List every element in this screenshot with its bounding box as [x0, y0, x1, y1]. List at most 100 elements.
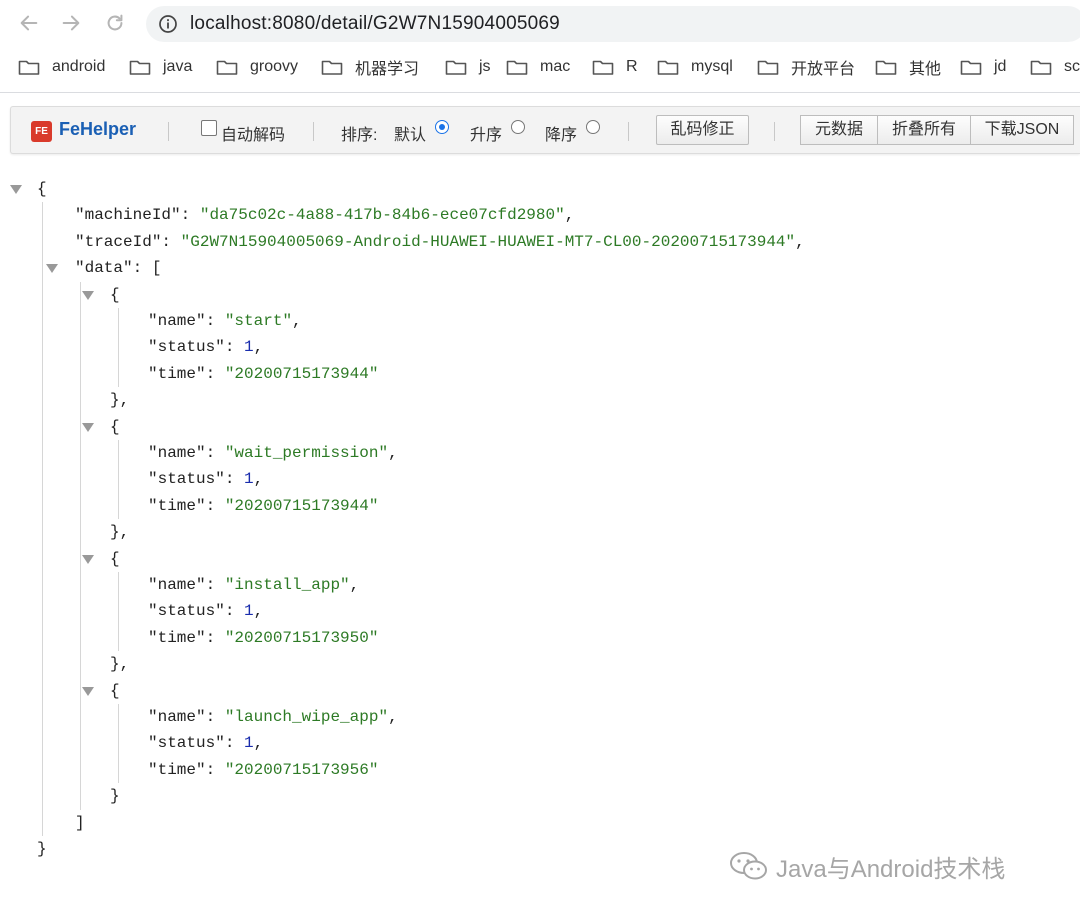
- wechat-icon: [730, 852, 767, 880]
- sort-desc-radio[interactable]: [586, 120, 600, 134]
- bookmark-label: 机器学习: [355, 61, 420, 78]
- sort-asc-label: 升序: [470, 127, 503, 144]
- url-text[interactable]: localhost:8080/detail/G2W7N15904005069: [190, 13, 560, 35]
- json-line-status: "status": 1,: [148, 734, 264, 753]
- bookmark-item[interactable]: 开放平台: [757, 52, 855, 82]
- info-icon[interactable]: [158, 14, 178, 34]
- json-value: "start": [224, 312, 293, 330]
- json-value: "20200715173956": [224, 760, 379, 779]
- bookmark-label: mac: [540, 58, 571, 75]
- json-root-close: }: [37, 840, 47, 858]
- collapse-toggle-icon[interactable]: [82, 686, 94, 696]
- json-object-close: },: [110, 655, 130, 674]
- sort-asc-radio[interactable]: [511, 120, 525, 134]
- auto-decode-checkbox[interactable]: [201, 120, 217, 136]
- divider: [774, 122, 775, 141]
- json-value: "20200715173944": [224, 496, 379, 515]
- watermark-text: Java与Android技术栈: [776, 855, 1006, 883]
- bookmark-item[interactable]: 其他: [875, 52, 941, 82]
- bookmark-item[interactable]: mysql: [657, 52, 733, 82]
- json-object-close: },: [110, 391, 130, 410]
- folder-icon: [592, 60, 614, 75]
- json-value: "G2W7N15904005069-Android-HUAWEI-HUAWEI-…: [180, 232, 796, 251]
- bookmarks-bar: android java groovy 机器学习 js mac Rmysql 开放平台 其他 jd…: [0, 52, 1080, 84]
- sort-default-label: 默认: [394, 127, 427, 144]
- bookmark-item[interactable]: mac: [506, 52, 570, 82]
- fehelper-title[interactable]: FeHelper: [59, 119, 136, 140]
- json-object-close: },: [110, 523, 130, 542]
- arrow-right-icon: [62, 15, 80, 31]
- bookmark-item[interactable]: 机器学习: [321, 52, 419, 82]
- browser-chrome: localhost:8080/detail/G2W7N15904005069 a…: [0, 0, 1080, 93]
- json-line-time: "time": "20200715173944": [148, 496, 379, 515]
- forward-button[interactable]: [58, 10, 84, 36]
- fix-encoding-button[interactable]: 乱码修正: [656, 115, 749, 145]
- bookmark-label: java: [163, 58, 193, 75]
- reload-icon: [107, 14, 123, 31]
- json-value: "da75c02c-4a88-417b-84b6-ece07cfd2980": [199, 206, 565, 225]
- folder-icon: [445, 60, 467, 75]
- address-bar[interactable]: localhost:8080/detail/G2W7N15904005069: [146, 6, 1080, 42]
- collapse-toggle-icon[interactable]: [82, 422, 94, 432]
- bookmark-label: android: [52, 58, 106, 75]
- folder-icon: [960, 60, 982, 75]
- json-line-name: "name": "wait_permission",: [148, 444, 398, 462]
- json-object-close: }: [110, 787, 120, 806]
- json-line-time: "time": "20200715173950": [148, 628, 379, 647]
- divider: [313, 122, 314, 141]
- download-json-button[interactable]: 下载JSON: [970, 115, 1074, 145]
- bookmark-item[interactable]: groovy: [216, 52, 298, 82]
- collapse-toggle-icon[interactable]: [82, 290, 94, 300]
- back-button[interactable]: [16, 10, 42, 36]
- collapse-toggle-icon[interactable]: [82, 554, 94, 564]
- json-line-time: "time": "20200715173956": [148, 760, 379, 779]
- bookmark-label: 开放平台: [791, 61, 856, 78]
- folder-icon: [506, 60, 528, 75]
- json-root-open: {: [37, 180, 47, 198]
- json-object-open: {: [110, 681, 120, 700]
- metadata-button[interactable]: 元数据: [800, 115, 878, 145]
- json-value: "20200715173950": [224, 628, 379, 647]
- bookmark-item[interactable]: js: [445, 52, 491, 82]
- json-line-status: "status": 1,: [148, 470, 264, 489]
- auto-decode-label: 自动解码: [221, 127, 286, 144]
- bookmark-item[interactable]: jd: [960, 52, 1006, 82]
- json-line-name: "name": "launch_wipe_app",: [148, 708, 398, 726]
- json-object-open: {: [110, 417, 120, 436]
- indent-guide: [42, 202, 43, 836]
- json-value: 1: [244, 734, 254, 753]
- bookmark-item[interactable]: R: [592, 52, 638, 82]
- sort-default-radio[interactable]: [435, 120, 449, 134]
- indent-guide: [118, 572, 119, 652]
- json-value: "wait_permission": [224, 444, 389, 462]
- bookmark-label: jd: [994, 58, 1007, 75]
- collapse-toggle-icon[interactable]: [46, 264, 58, 274]
- json-line-status: "status": 1,: [148, 602, 264, 621]
- json-value: "install_app": [224, 576, 350, 594]
- json-array-close: ]: [75, 813, 85, 832]
- json-value: "launch_wipe_app": [224, 708, 389, 726]
- indent-guide: [118, 308, 119, 388]
- folder-icon: [321, 60, 343, 75]
- bookmark-label: sc: [1064, 58, 1080, 75]
- collapse-toggle-icon[interactable]: [10, 185, 22, 194]
- bookmark-label: R: [626, 58, 638, 75]
- json-line-trace-id: "traceId": "G2W7N15904005069-Android-HUA…: [75, 232, 805, 251]
- bookmark-item[interactable]: sc: [1030, 52, 1080, 82]
- folder-icon: [757, 60, 779, 75]
- indent-guide: [118, 440, 119, 520]
- json-line-time: "time": "20200715173944": [148, 364, 379, 383]
- collapse-all-button[interactable]: 折叠所有: [877, 115, 971, 145]
- folder-icon: [216, 60, 238, 75]
- fehelper-logo-icon: FE: [31, 121, 52, 142]
- json-viewer: { "machineId": "da75c02c-4a88-417b-84b6-e…: [0, 170, 1080, 870]
- json-line-machine-id: "machineId": "da75c02c-4a88-417b-84b6-ec…: [75, 206, 575, 225]
- bookmark-item[interactable]: java: [129, 52, 192, 82]
- folder-icon: [18, 60, 40, 75]
- folder-icon: [129, 60, 151, 75]
- bookmark-label: mysql: [691, 58, 733, 75]
- reload-button[interactable]: [102, 10, 128, 36]
- bookmark-item[interactable]: android: [18, 52, 105, 82]
- bookmark-label: groovy: [250, 58, 299, 75]
- json-object-open: {: [110, 549, 120, 568]
